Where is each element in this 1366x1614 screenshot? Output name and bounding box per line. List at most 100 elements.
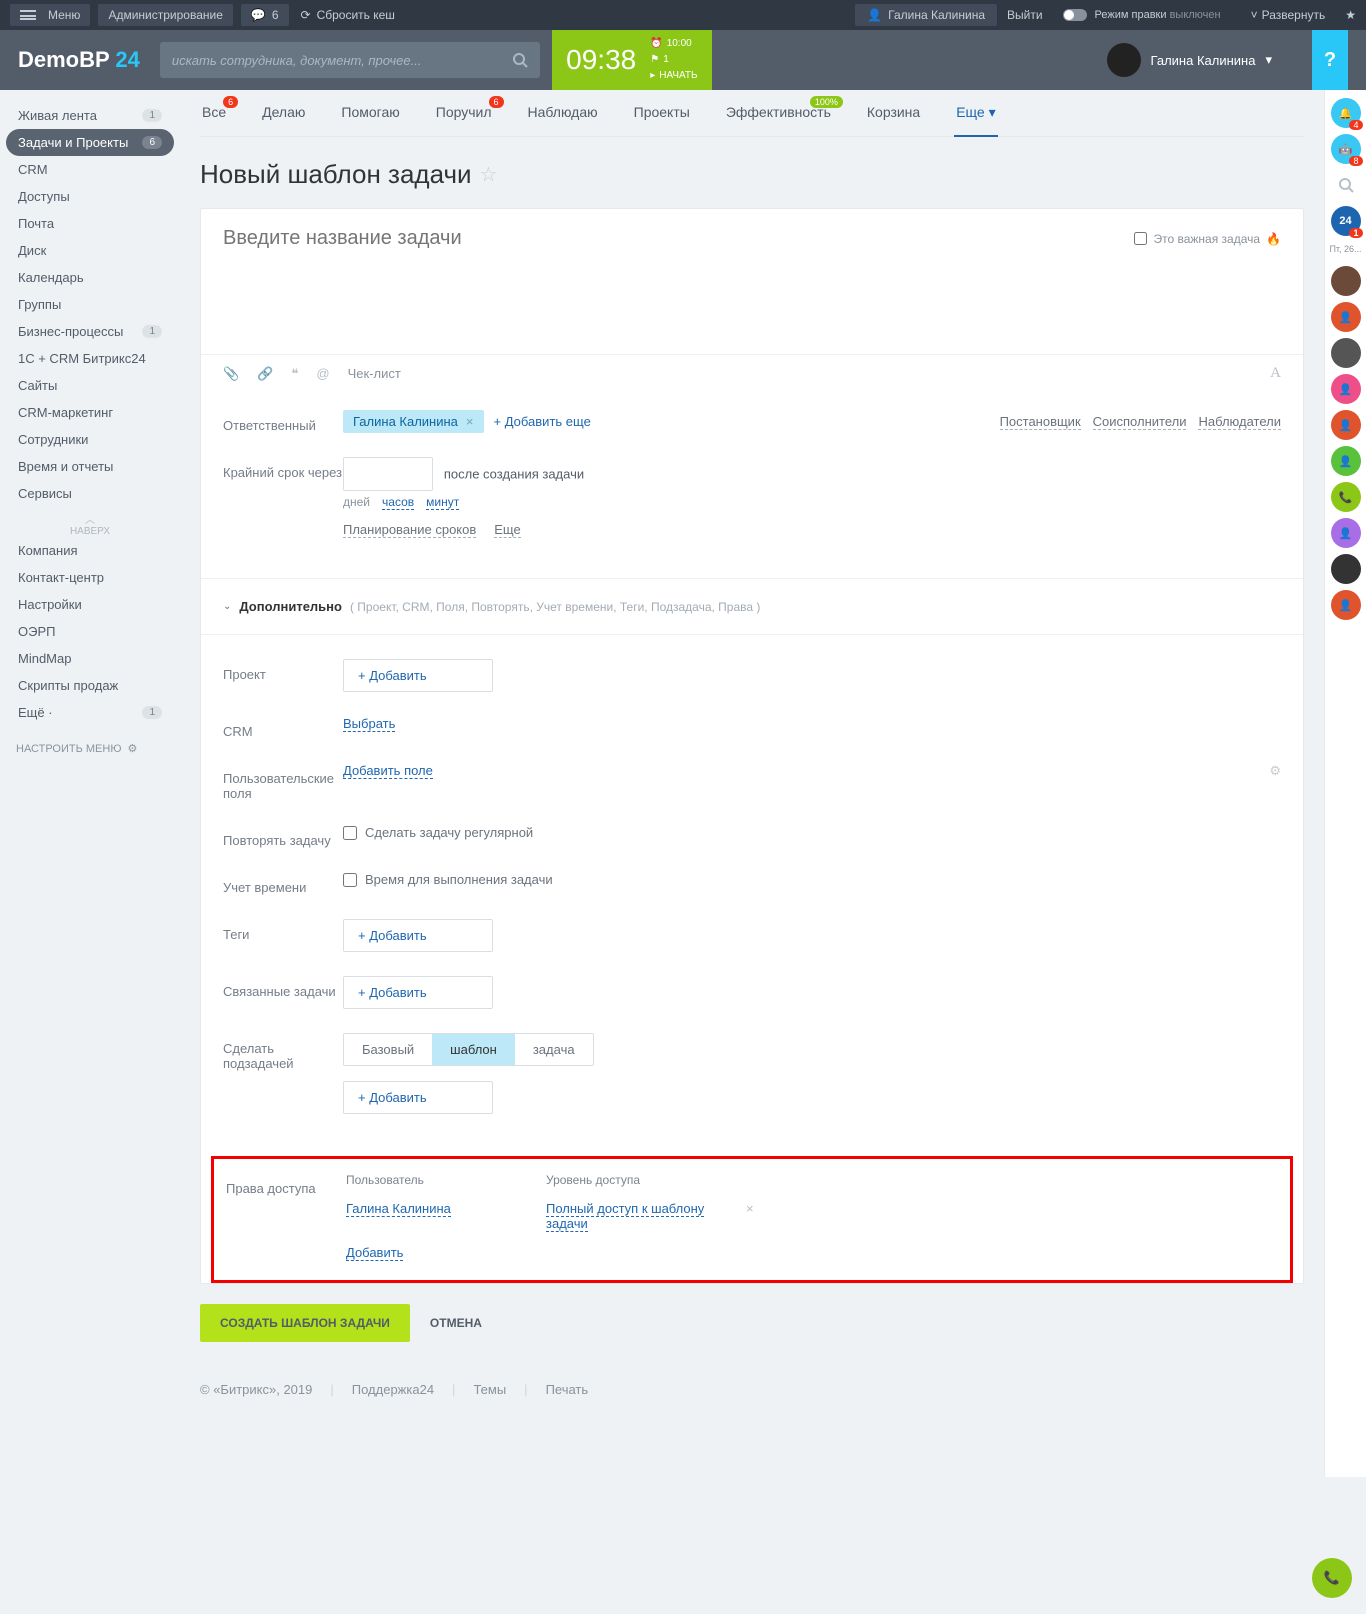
rights-remove-icon[interactable]: × bbox=[746, 1201, 776, 1231]
reset-cache[interactable]: ⟳Сбросить кеш bbox=[301, 8, 395, 22]
contact-icon[interactable] bbox=[1331, 266, 1361, 296]
sidebar-item[interactable]: Контакт-центр bbox=[6, 564, 174, 591]
unit-option[interactable]: часов bbox=[382, 495, 414, 510]
tags-add[interactable]: + Добавить bbox=[343, 919, 493, 952]
tab[interactable]: Корзина bbox=[865, 104, 922, 136]
sidebar-item[interactable]: CRM bbox=[6, 156, 174, 183]
plan-link[interactable]: Планирование сроков bbox=[343, 522, 476, 538]
role-link[interactable]: Наблюдатели bbox=[1198, 414, 1281, 430]
support-link[interactable]: Поддержка24 bbox=[352, 1382, 434, 1397]
contact-icon[interactable]: 👤 bbox=[1331, 590, 1361, 620]
contact-icon[interactable] bbox=[1331, 338, 1361, 368]
gear-icon[interactable]: ⚙ bbox=[1269, 763, 1281, 779]
b24-icon[interactable]: 241 bbox=[1331, 206, 1361, 236]
contact-icon[interactable]: 📞 bbox=[1331, 482, 1361, 512]
sidebar-item[interactable]: Почта bbox=[6, 210, 174, 237]
sidebar-item[interactable]: Диск bbox=[6, 237, 174, 264]
sidebar-item[interactable]: Компания bbox=[6, 537, 174, 564]
sidebar-item[interactable]: CRM-маркетинг bbox=[6, 399, 174, 426]
sidebar-item[interactable]: Настройки bbox=[6, 591, 174, 618]
role-link[interactable]: Соисполнители bbox=[1093, 414, 1187, 430]
remove-tag-icon[interactable]: × bbox=[466, 414, 474, 429]
unit-option[interactable]: дней bbox=[343, 495, 370, 510]
plan-link[interactable]: Еще bbox=[494, 522, 520, 538]
sidebar-item[interactable]: Сервисы bbox=[6, 480, 174, 507]
timetrack-checkbox[interactable]: Время для выполнения задачи bbox=[343, 872, 1281, 887]
sidebar-item[interactable]: Скрипты продаж bbox=[6, 672, 174, 699]
contact-icon[interactable]: 👤 bbox=[1331, 518, 1361, 548]
text-format-icon[interactable]: A bbox=[1270, 365, 1281, 382]
attach-icon[interactable]: 📎 bbox=[223, 366, 239, 382]
sidebar-item[interactable]: ОЭРП bbox=[6, 618, 174, 645]
print-link[interactable]: Печать bbox=[546, 1382, 589, 1397]
header-user[interactable]: Галина Калинина ▾ bbox=[1107, 43, 1272, 77]
linked-add[interactable]: + Добавить bbox=[343, 976, 493, 1009]
notif-icon[interactable]: 🔔4 bbox=[1331, 98, 1361, 128]
rights-level[interactable]: Полный доступ к шаблону задачи bbox=[546, 1201, 704, 1232]
subtask-add[interactable]: + Добавить bbox=[343, 1081, 493, 1114]
link-icon[interactable]: 🔗 bbox=[257, 366, 273, 382]
sidebar-item[interactable]: Ещё ·1 bbox=[6, 699, 174, 726]
userfield-add[interactable]: Добавить поле bbox=[343, 763, 433, 779]
tab[interactable]: Проекты bbox=[632, 104, 692, 136]
android-icon[interactable]: 🤖8 bbox=[1331, 134, 1361, 164]
tab[interactable]: Поручил6 bbox=[434, 104, 494, 136]
themes-link[interactable]: Темы bbox=[473, 1382, 506, 1397]
role-link[interactable]: Постановщик bbox=[1000, 414, 1081, 430]
subtask-segment[interactable]: Базовыйшаблонзадача bbox=[343, 1033, 594, 1066]
logout-link[interactable]: Выйти bbox=[1007, 8, 1043, 22]
contact-icon[interactable]: 👤 bbox=[1331, 410, 1361, 440]
sidebar-item[interactable]: Группы bbox=[6, 291, 174, 318]
admin-button[interactable]: Администрирование bbox=[98, 4, 232, 26]
contact-icon[interactable]: 👤 bbox=[1331, 446, 1361, 476]
sidebar-settings[interactable]: НАСТРОИТЬ МЕНЮ ⚙ bbox=[16, 742, 174, 755]
tab[interactable]: Наблюдаю bbox=[526, 104, 600, 136]
sidebar-item[interactable]: Время и отчеты bbox=[6, 453, 174, 480]
sidebar-item[interactable]: Сайты bbox=[6, 372, 174, 399]
additional-toggle[interactable]: ⌄ Дополнительно ( Проект, CRM, Поля, Пов… bbox=[201, 585, 1303, 628]
scroll-up[interactable]: ︿НАВЕРХ bbox=[6, 511, 174, 537]
tab[interactable]: Еще ▾ bbox=[954, 104, 997, 137]
sidebar-item[interactable]: Задачи и Проекты6 bbox=[6, 129, 174, 156]
sidebar-item[interactable]: Календарь bbox=[6, 264, 174, 291]
add-responsible[interactable]: + Добавить еще bbox=[494, 414, 591, 429]
contact-icon[interactable]: 👤 bbox=[1331, 302, 1361, 332]
responsible-tag[interactable]: Галина Калинина× bbox=[343, 410, 484, 433]
sidebar-item[interactable]: Сотрудники bbox=[6, 426, 174, 453]
sidebar-item[interactable]: Доступы bbox=[6, 183, 174, 210]
important-checkbox[interactable] bbox=[1134, 232, 1147, 245]
task-title-input[interactable] bbox=[223, 227, 1134, 250]
contact-icon[interactable] bbox=[1331, 554, 1361, 584]
segment-option[interactable]: задача bbox=[515, 1034, 593, 1065]
segment-option[interactable]: Базовый bbox=[344, 1034, 432, 1065]
deadline-input[interactable] bbox=[343, 457, 433, 491]
search-input[interactable]: искать сотрудника, документ, прочее... bbox=[160, 42, 540, 78]
tab[interactable]: Помогаю bbox=[339, 104, 401, 136]
repeat-checkbox[interactable]: Сделать задачу регулярной bbox=[343, 825, 1281, 840]
segment-option[interactable]: шаблон bbox=[432, 1034, 515, 1065]
star-icon[interactable]: ☆ bbox=[480, 162, 498, 187]
help-button[interactable]: ? bbox=[1312, 30, 1348, 90]
expand-button[interactable]: ˅Развернуть bbox=[1251, 8, 1326, 22]
call-fab[interactable]: 📞 bbox=[1312, 1558, 1352, 1598]
checklist-button[interactable]: Чек-лист bbox=[348, 366, 401, 381]
quote-icon[interactable]: ❝ bbox=[291, 366, 298, 382]
tab[interactable]: Все6 bbox=[200, 104, 228, 136]
sidebar-item[interactable]: MindMap bbox=[6, 645, 174, 672]
tab[interactable]: Делаю bbox=[260, 104, 307, 136]
messages-button[interactable]: 💬6 bbox=[241, 4, 289, 26]
search-icon[interactable] bbox=[1331, 170, 1361, 200]
sidebar-item[interactable]: 1С + CRM Битрикс24 bbox=[6, 345, 174, 372]
create-button[interactable]: СОЗДАТЬ ШАБЛОН ЗАДАЧИ bbox=[200, 1304, 410, 1342]
project-add[interactable]: + Добавить bbox=[343, 659, 493, 692]
rights-user[interactable]: Галина Калинина bbox=[346, 1201, 451, 1217]
clock-widget[interactable]: 09:38 ⏰10:00 ⚑1 ▸НАЧАТЬ bbox=[552, 30, 712, 90]
sidebar-item[interactable]: Бизнес-процессы1 bbox=[6, 318, 174, 345]
menu-button[interactable]: Меню bbox=[10, 4, 90, 26]
edit-mode-toggle[interactable]: Режим правки выключен bbox=[1063, 9, 1221, 21]
task-body-editor[interactable] bbox=[201, 254, 1303, 354]
sidebar-item[interactable]: Живая лента1 bbox=[6, 102, 174, 129]
unit-option[interactable]: минут bbox=[426, 495, 459, 510]
cancel-button[interactable]: ОТМЕНА bbox=[430, 1316, 482, 1330]
favorite-icon[interactable]: ★ bbox=[1345, 8, 1356, 22]
